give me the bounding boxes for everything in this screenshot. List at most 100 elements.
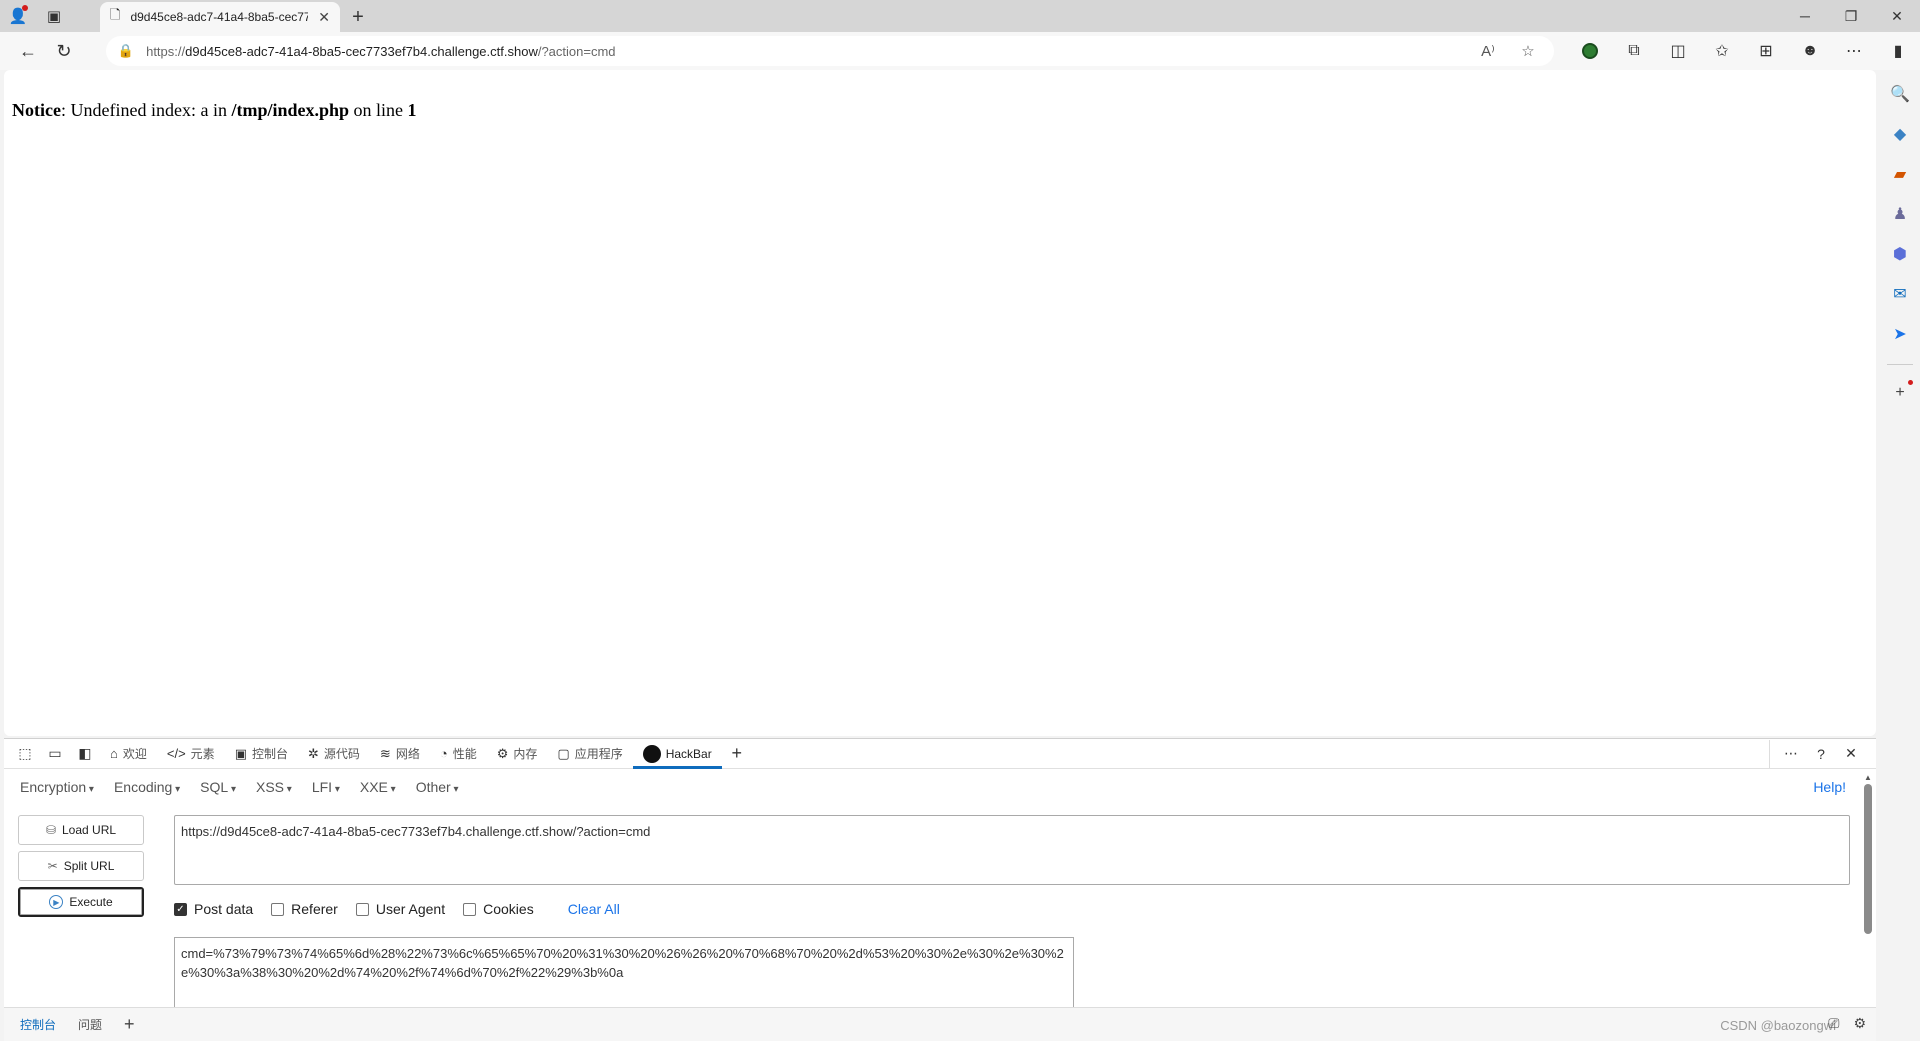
tab-network[interactable]: ≋ 网络 — [370, 740, 430, 768]
code-icon: </> — [166, 746, 186, 761]
gauge-icon: ◔ — [439, 746, 448, 761]
scrollbar[interactable]: ▲ — [1862, 773, 1874, 1003]
refresh-button[interactable]: ↻ — [46, 35, 82, 67]
outlook-icon[interactable]: ✉ — [1884, 278, 1916, 310]
cookies-checkbox[interactable]: Cookies — [463, 901, 534, 917]
tab-memory[interactable]: ⚙ 内存 — [487, 740, 548, 768]
address-url[interactable]: https://d9d45ce8-adc7-41a4-8ba5-cec7733e… — [146, 44, 1462, 59]
url-textarea[interactable]: https://d9d45ce8-adc7-41a4-8ba5-cec7733e… — [174, 815, 1850, 885]
navigation-bar: ← ↻ 🔒 https://d9d45ce8-adc7-41a4-8ba5-ce… — [0, 32, 1920, 70]
lock-icon[interactable]: 🔒 — [118, 43, 134, 59]
add-sidebar-app-icon[interactable]: + — [1884, 377, 1916, 409]
send-icon[interactable]: ➤ — [1884, 318, 1916, 350]
tab-actions-icon[interactable]: ▣ — [36, 0, 72, 32]
tools-briefcase-icon[interactable]: ▰ — [1884, 158, 1916, 190]
restore-button[interactable]: ❐ — [1828, 0, 1874, 32]
extensions-puzzle-icon[interactable]: ⧉ — [1612, 35, 1656, 67]
minimize-button[interactable]: ─ — [1782, 0, 1828, 32]
user-agent-checkbox[interactable]: User Agent — [355, 901, 445, 917]
device-emulation-icon[interactable]: ▭ — [40, 740, 70, 768]
sidebar-toggle-icon[interactable]: ▮ — [1876, 35, 1920, 67]
menu-encoding[interactable]: Encoding — [114, 779, 180, 795]
tab-application[interactable]: ▢ 应用程序 — [547, 740, 632, 768]
execute-button[interactable]: ▶ Execute — [18, 887, 144, 917]
checkbox-checked-icon: ✓ — [174, 902, 187, 916]
profile-icon[interactable]: 👤 — [0, 0, 36, 32]
post-data-checkbox[interactable]: ✓ Post data — [174, 901, 253, 917]
hackbar-icon — [642, 744, 661, 763]
menu-lfi[interactable]: LFI — [312, 779, 340, 795]
drawer-tab-issues[interactable]: 问题 — [78, 1016, 102, 1033]
devtools-tabbar: ⬚ ▭ ◧ ⌂ 欢迎 </> 元素 ▣ 控制台 ✲ 源代码 ≋ 网络 ◔ 性能 ⚙ 内存 ▢ 应… — [4, 739, 1876, 769]
games-icon[interactable]: ♟ — [1884, 198, 1916, 230]
devtools-drawer-tabs: 控制台 问题 + CSDN @baozongwi ⎚ ⚙ — [4, 1007, 1876, 1041]
favorites-icon[interactable]: ✩ — [1700, 35, 1744, 67]
right-sidebar: 🔍 ◆ ▰ ♟ ⬢ ✉ ➤ + — [1880, 70, 1920, 1040]
menu-xxe[interactable]: XXE — [360, 779, 396, 795]
close-window-button[interactable]: ✕ — [1874, 0, 1920, 32]
hackbar-actions: ⛁ Load URL ✂ Split URL ▶ Execute — [18, 815, 144, 923]
clear-all-link[interactable]: Clear All — [568, 901, 620, 917]
scroll-thumb[interactable] — [1864, 784, 1872, 934]
scissors-icon: ✂ — [47, 859, 58, 873]
scroll-up-icon[interactable]: ▲ — [1862, 773, 1874, 782]
screenshot-icon[interactable]: ⎚ — [1828, 1015, 1839, 1032]
sidebar-divider — [1887, 364, 1913, 365]
notification-dot — [22, 5, 28, 11]
tab-sources[interactable]: ✲ 源代码 — [298, 740, 370, 768]
extension-green-icon[interactable] — [1568, 35, 1612, 67]
watermark: CSDN @baozongwi — [1720, 1018, 1836, 1033]
post-data-textarea[interactable]: cmd=%73%79%73%74%65%6d%28%22%73%6c%65%65… — [174, 937, 1074, 1009]
tab-elements[interactable]: </> 元素 — [157, 740, 225, 768]
menu-encryption[interactable]: Encryption — [20, 779, 94, 795]
add-tab-icon[interactable]: + — [722, 740, 752, 768]
more-menu-icon[interactable]: ⋯ — [1832, 35, 1876, 67]
browser-tab[interactable]: 🗋 d9d45ce8-adc7-41a4-8ba5-cec7733ef7b4.c… — [100, 2, 340, 32]
drawer-icons: ⎚ ⚙ — [1828, 1015, 1866, 1032]
more-options-icon[interactable]: ⋯ — [1776, 740, 1806, 768]
window-icon: ▢ — [557, 745, 570, 761]
favorite-star-icon[interactable]: ☆ — [1514, 42, 1542, 60]
tab-hackbar[interactable]: HackBar — [632, 739, 722, 769]
back-button[interactable]: ← — [10, 35, 46, 67]
profile-extension-icon[interactable]: ☻ — [1788, 35, 1832, 67]
play-icon: ▶ — [49, 895, 64, 909]
split-screen-icon[interactable]: ◫ — [1656, 35, 1700, 67]
checkbox-icon — [463, 902, 477, 916]
toolbar-icons: ⧉ ◫ ✩ ⊞ ☻ ⋯ ▮ — [1568, 35, 1920, 67]
read-aloud-icon[interactable]: A⁾ — [1474, 42, 1502, 60]
dock-icon[interactable]: ◧ — [70, 740, 100, 768]
close-devtools-icon[interactable]: ✕ — [1836, 740, 1866, 768]
collections-icon[interactable]: ⊞ — [1744, 35, 1788, 67]
load-url-button[interactable]: ⛁ Load URL — [18, 815, 144, 845]
settings-icon[interactable]: ⚙ — [1853, 1015, 1866, 1032]
gear-icon: ⚙ — [496, 745, 509, 761]
inspect-icon[interactable]: ⬚ — [10, 740, 40, 768]
close-tab-icon[interactable]: ✕ — [318, 9, 330, 26]
drawer-tab-console[interactable]: 控制台 — [20, 1016, 56, 1033]
tab-performance[interactable]: ◔ 性能 — [430, 740, 487, 768]
shopping-tag-icon[interactable]: ◆ — [1884, 118, 1916, 150]
menu-sql[interactable]: SQL — [200, 779, 236, 795]
add-drawer-tab-icon[interactable]: + — [124, 1014, 135, 1035]
menu-other[interactable]: Other — [416, 779, 459, 795]
console-icon: ▣ — [234, 745, 247, 761]
help-icon[interactable]: ? — [1806, 740, 1836, 768]
devtools-panel: ⬚ ▭ ◧ ⌂ 欢迎 </> 元素 ▣ 控制台 ✲ 源代码 ≋ 网络 ◔ 性能 ⚙ 内存 ▢ 应… — [4, 738, 1876, 1041]
hackbar-menu: Encryption Encoding SQL XSS LFI XXE Othe… — [4, 769, 1876, 805]
checkbox-icon — [355, 902, 369, 916]
tab-title: d9d45ce8-adc7-41a4-8ba5-cec7733ef7b4.cha… — [130, 10, 309, 24]
tab-welcome[interactable]: ⌂ 欢迎 — [100, 740, 157, 768]
office-icon[interactable]: ⬢ — [1884, 238, 1916, 270]
devtools-controls: ⋯ ? ✕ — [1769, 739, 1866, 768]
title-bar: 👤 ▣ 🗋 d9d45ce8-adc7-41a4-8ba5-cec7733ef7… — [0, 0, 1920, 32]
help-link[interactable]: Help! — [1813, 779, 1846, 795]
menu-xss[interactable]: XSS — [256, 779, 292, 795]
address-bar[interactable]: 🔒 https://d9d45ce8-adc7-41a4-8ba5-cec773… — [105, 36, 1554, 66]
new-tab-button[interactable]: + — [340, 2, 376, 32]
split-url-button[interactable]: ✂ Split URL — [18, 851, 144, 881]
tab-console[interactable]: ▣ 控制台 — [225, 740, 298, 768]
referer-checkbox[interactable]: Referer — [271, 901, 338, 917]
search-icon[interactable]: 🔍 — [1884, 78, 1916, 110]
home-icon: ⌂ — [110, 746, 118, 761]
